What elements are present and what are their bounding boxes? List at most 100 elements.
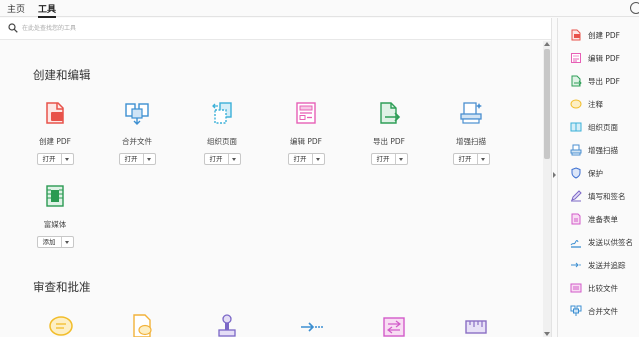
edit-pdf-icon [571, 53, 581, 63]
panel-item-organize-pages[interactable]: 组织页面 [570, 120, 618, 134]
tool-card-edit-pdf[interactable]: 编辑 PDF 打开 [276, 100, 336, 165]
open-label[interactable]: 打开 [38, 154, 62, 164]
panel-item-label: 发送以供签名 [588, 237, 633, 247]
search-input[interactable] [22, 21, 322, 36]
organize-pages-icon [570, 122, 582, 132]
tab-home[interactable]: 主页 [7, 2, 25, 15]
panel-item-send-for-signature[interactable]: 发送以供签名 [570, 235, 633, 249]
open-button[interactable]: 打开 [287, 153, 325, 165]
comment-icon [570, 99, 582, 109]
panel-item-combine-files[interactable]: 合并文件 [570, 304, 618, 318]
vertical-scrollbar[interactable] [543, 41, 551, 337]
section-title-create-edit: 创建和编辑 [33, 68, 91, 82]
panel-item-label: 合并文件 [588, 306, 618, 316]
send-for-signature-icon [570, 239, 581, 248]
panel-item-label: 发送并追踪 [588, 260, 626, 270]
scroll-down-icon[interactable] [544, 332, 550, 336]
panel-item-send-and-track[interactable]: 发送并追踪 [570, 258, 626, 272]
add-label[interactable]: 添加 [38, 237, 62, 247]
section-title-review-approve: 审查和批准 [33, 280, 91, 294]
chevron-down-icon[interactable] [62, 237, 73, 247]
scroll-up-icon[interactable] [544, 42, 550, 46]
send-and-track-icon [301, 322, 323, 332]
chevron-down-icon[interactable] [62, 154, 73, 164]
panel-item-label: 比较文件 [588, 283, 618, 293]
open-button[interactable]: 打开 [452, 153, 490, 165]
tool-card-enhance-scan[interactable]: 增强扫描 打开 [441, 100, 501, 165]
tool-label: 富媒体 [43, 220, 67, 229]
chevron-down-icon[interactable] [478, 154, 489, 164]
tools-center: 创建和编辑 创建 PDF 打开 合并文件 打开 组织页面 打开 编辑 PDF 打… [0, 41, 543, 337]
panel-item-label: 准备表单 [588, 214, 618, 224]
open-label[interactable]: 打开 [205, 154, 229, 164]
send-and-track-icon [571, 262, 581, 268]
panel-item-protect[interactable]: 保护 [570, 166, 603, 180]
chevron-down-icon[interactable] [396, 154, 407, 164]
search-icon [8, 23, 18, 33]
tool-card-combine-files[interactable]: 合并文件 打开 [107, 100, 167, 165]
panel-item-label: 导出 PDF [588, 76, 620, 86]
open-label[interactable]: 打开 [289, 154, 313, 164]
panel-item-label: 创建 PDF [588, 30, 620, 40]
tool-card-send-and-track[interactable] [281, 313, 341, 337]
search-bar [0, 18, 556, 40]
app-window: 主页 工具 创建和编辑 创建 PDF 打开 [0, 0, 639, 337]
tool-card-organize-pages[interactable]: 组织页面 打开 [192, 100, 252, 165]
right-tools-panel: 创建 PDF 编辑 PDF 导出 PDF 注释 组织页面 增强扫描 保护 填写和… [557, 18, 639, 337]
panel-item-compare-files[interactable]: 比较文件 [570, 281, 618, 295]
tool-card-create-pdf[interactable]: 创建 PDF 打开 [25, 100, 85, 165]
enhance-scan-icon [570, 144, 582, 156]
open-button[interactable]: 打开 [370, 153, 408, 165]
add-button[interactable]: 添加 [36, 236, 74, 248]
open-label[interactable]: 打开 [454, 154, 478, 164]
open-button[interactable]: 打开 [118, 153, 156, 165]
open-button[interactable]: 打开 [36, 153, 74, 165]
help-icon[interactable] [630, 2, 639, 14]
chevron-right-icon[interactable] [553, 172, 556, 178]
scrollbar-thumb[interactable] [544, 49, 550, 159]
tool-card-export-pdf[interactable]: 导出 PDF 打开 [359, 100, 419, 165]
export-pdf-icon [571, 75, 582, 87]
tool-card-measure[interactable] [446, 313, 506, 337]
edit-pdf-icon [296, 102, 316, 124]
panel-item-create-pdf[interactable]: 创建 PDF [570, 28, 620, 42]
chevron-down-icon[interactable] [144, 154, 155, 164]
export-pdf-icon [380, 102, 401, 124]
compare-files-icon [383, 317, 405, 337]
tool-card-stamp[interactable] [197, 313, 257, 337]
tool-label: 导出 PDF [373, 137, 405, 146]
open-label[interactable]: 打开 [372, 154, 396, 164]
fill-sign-icon [571, 190, 582, 202]
tab-tools[interactable]: 工具 [38, 2, 57, 18]
create-pdf-icon [571, 29, 581, 41]
panel-item-label: 组织页面 [588, 122, 618, 132]
open-label[interactable]: 打开 [120, 154, 144, 164]
enhance-scan-icon [460, 102, 482, 124]
send-for-comments-icon [133, 314, 152, 337]
panel-item-comment[interactable]: 注释 [570, 97, 603, 111]
panel-item-enhance-scan[interactable]: 增强扫描 [570, 143, 618, 157]
compare-files-icon [570, 283, 582, 293]
tool-card-rich-media[interactable]: 富媒体 添加 [25, 183, 85, 248]
comment-icon [49, 316, 73, 336]
panel-item-label: 保护 [588, 168, 603, 178]
panel-item-fill-sign[interactable]: 填写和签名 [570, 189, 626, 203]
panel-item-prepare-form[interactable]: 准备表单 [570, 212, 618, 226]
panel-item-label: 增强扫描 [588, 145, 618, 155]
tool-card-compare-files[interactable] [364, 313, 424, 337]
open-button[interactable]: 打开 [203, 153, 241, 165]
tool-card-send-for-comments[interactable] [112, 313, 172, 337]
panel-item-edit-pdf[interactable]: 编辑 PDF [570, 51, 620, 65]
chevron-down-icon[interactable] [313, 154, 324, 164]
combine-files-icon [125, 103, 149, 125]
tool-label: 编辑 PDF [290, 137, 322, 146]
panel-item-export-pdf[interactable]: 导出 PDF [570, 74, 620, 88]
protect-icon [571, 167, 581, 179]
prepare-form-icon [571, 213, 581, 225]
panel-item-label: 填写和签名 [588, 191, 626, 201]
chevron-down-icon[interactable] [229, 154, 240, 164]
tool-card-comment[interactable] [31, 313, 91, 337]
top-nav-bar: 主页 工具 [0, 0, 639, 18]
stamp-icon [218, 314, 236, 337]
tool-label: 合并文件 [122, 137, 152, 146]
